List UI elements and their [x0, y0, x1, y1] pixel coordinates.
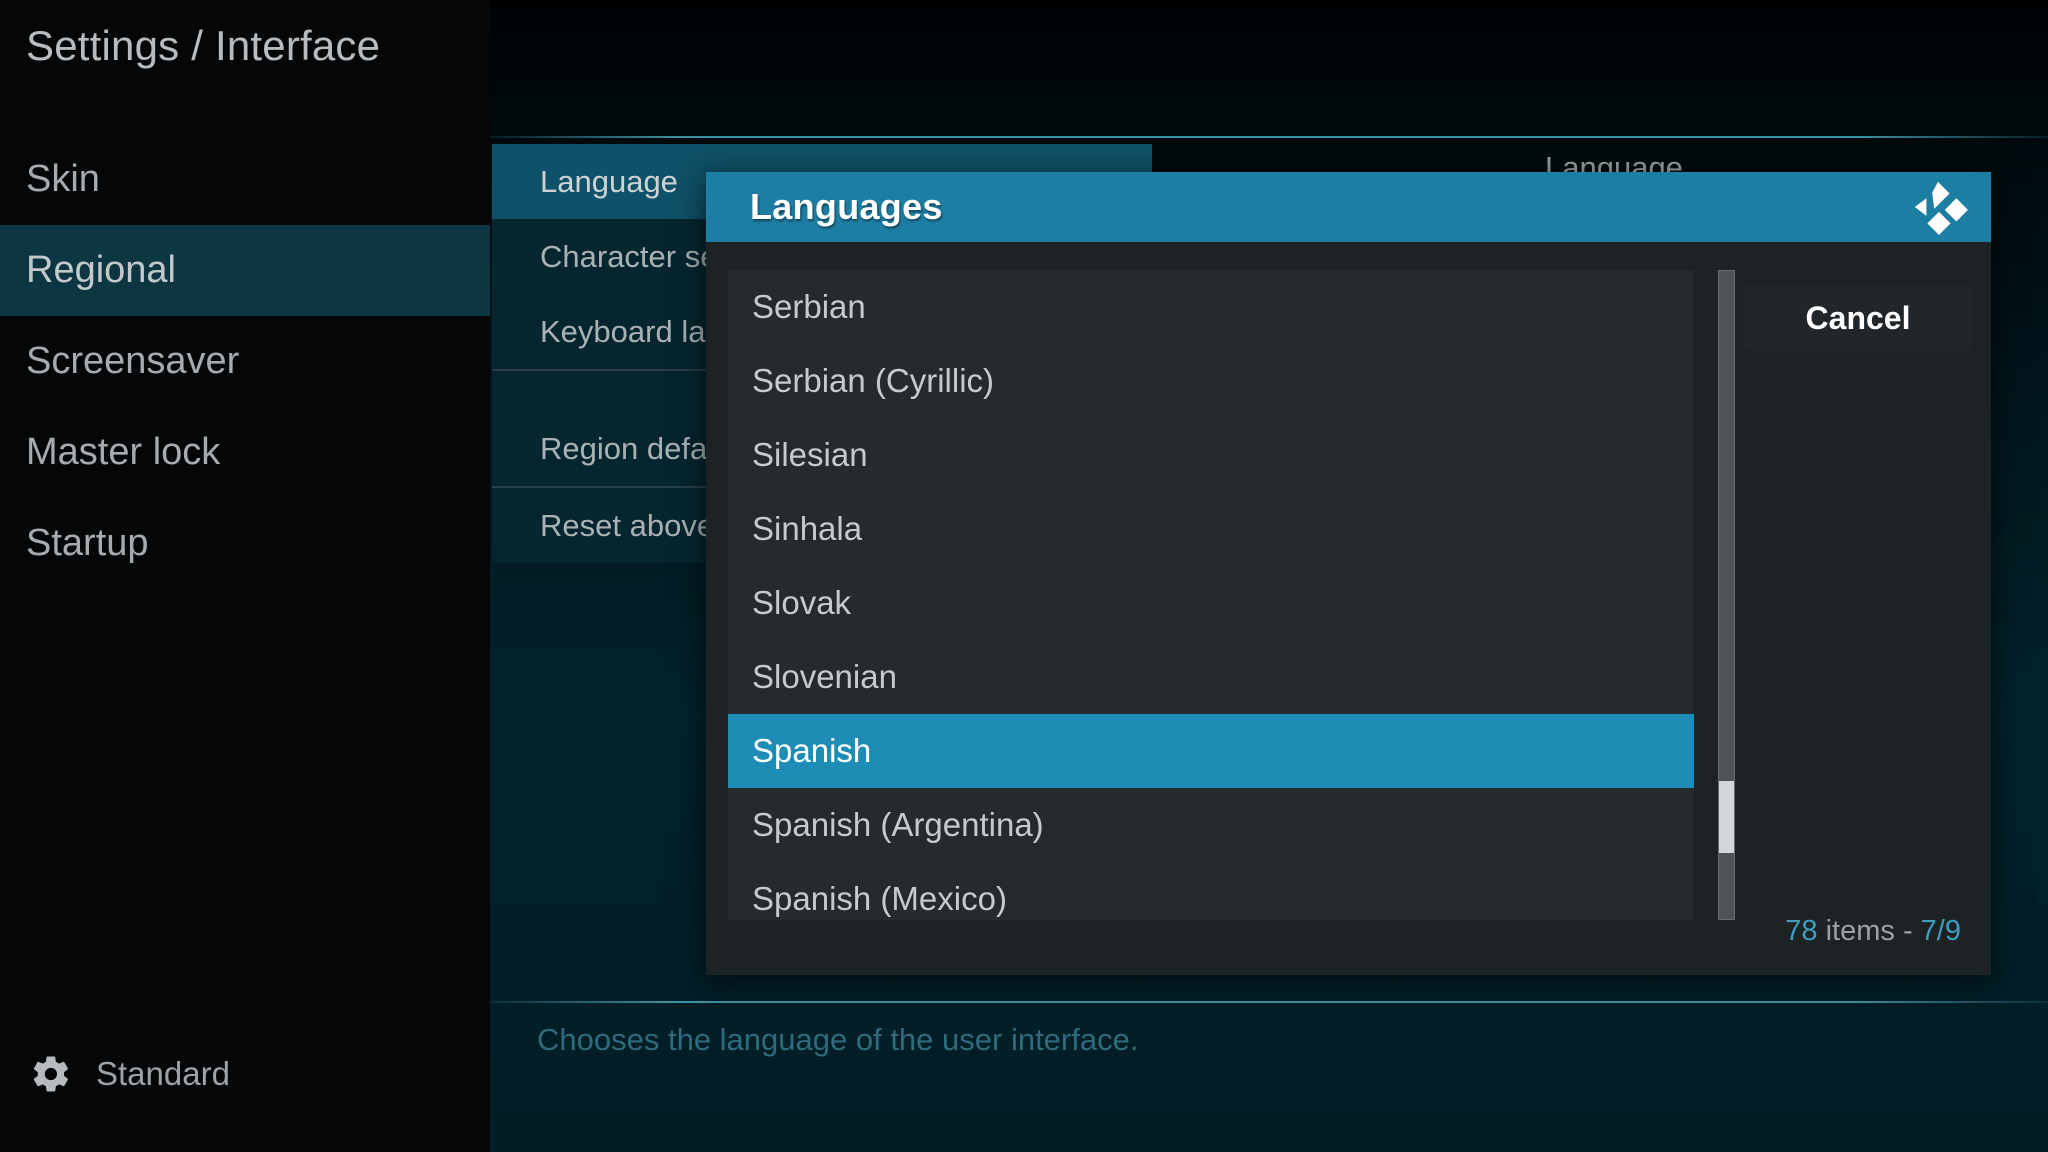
- list-item[interactable]: Spanish (Argentina): [728, 788, 1694, 862]
- list-item-label: Sinhala: [752, 510, 863, 547]
- top-divider: [490, 136, 2048, 138]
- items-count: 78 items - 7/9: [1785, 915, 1961, 948]
- kodi-logo-icon: [1914, 181, 1968, 235]
- list-scrollbar[interactable]: [1718, 270, 1735, 920]
- sidebar-item-label: Startup: [26, 522, 149, 564]
- list-item[interactable]: Slovenian: [728, 640, 1694, 714]
- bottom-divider: [490, 1001, 2048, 1003]
- languages-dialog: Languages Serbian Serbian (Cyrillic) Sil…: [706, 172, 1991, 975]
- language-list[interactable]: Serbian Serbian (Cyrillic) Silesian Sinh…: [728, 270, 1694, 920]
- setting-label: Character se: [540, 238, 718, 274]
- list-item[interactable]: Sinhala: [728, 492, 1694, 566]
- list-item-label: Spanish (Mexico): [752, 880, 1007, 917]
- dialog-header: Languages: [706, 172, 1991, 242]
- page-position: 7/9: [1920, 915, 1961, 947]
- sidebar-item-startup[interactable]: Startup: [0, 498, 490, 589]
- setting-label: Keyboard la: [540, 313, 706, 349]
- list-item[interactable]: Slovak: [728, 566, 1694, 640]
- list-item-label: Serbian (Cyrillic): [752, 362, 995, 399]
- setting-label: Language: [540, 163, 678, 199]
- cancel-button-label: Cancel: [1805, 299, 1911, 336]
- setting-label: Region defa: [540, 430, 708, 466]
- profile-selector[interactable]: Standard: [30, 1053, 230, 1095]
- list-item-label: Spanish: [752, 732, 872, 769]
- list-item-label: Serbian: [752, 288, 866, 325]
- setting-label: Reset above: [540, 507, 715, 543]
- sidebar-item-screensaver[interactable]: Screensaver: [0, 316, 490, 407]
- list-item-label: Slovenian: [752, 658, 897, 695]
- items-middle-text: items -: [1817, 915, 1921, 947]
- sidebar-item-skin[interactable]: Skin: [0, 134, 490, 225]
- profile-label: Standard: [96, 1055, 230, 1092]
- scrollbar-thumb[interactable]: [1719, 781, 1734, 853]
- sidebar-item-label: Regional: [26, 249, 176, 291]
- page-title: Settings / Interface: [26, 22, 381, 69]
- list-item-selected[interactable]: Spanish: [728, 714, 1694, 788]
- list-item[interactable]: Silesian: [728, 418, 1694, 492]
- cancel-button[interactable]: Cancel: [1744, 285, 1972, 351]
- kodi-settings-screen: Language Character se Keyboard la Region…: [0, 0, 2048, 1152]
- dialog-body: Serbian Serbian (Cyrillic) Silesian Sinh…: [706, 242, 1991, 975]
- sidebar-item-label: Skin: [26, 158, 100, 200]
- sidebar-category-list: Skin Regional Screensaver Master lock St…: [0, 134, 490, 589]
- list-item-label: Slovak: [752, 584, 852, 621]
- sidebar: Settings / Interface Skin Regional Scree…: [0, 0, 490, 1152]
- sidebar-item-master-lock[interactable]: Master lock: [0, 407, 490, 498]
- list-item-label: Silesian: [752, 436, 868, 473]
- sidebar-item-regional[interactable]: Regional: [0, 225, 490, 316]
- list-item-label: Spanish (Argentina): [752, 806, 1044, 843]
- setting-help-text: Chooses the language of the user interfa…: [537, 1022, 1139, 1057]
- items-total: 78: [1785, 915, 1818, 947]
- list-item[interactable]: Serbian: [728, 270, 1694, 344]
- list-item[interactable]: Spanish (Mexico): [728, 862, 1694, 920]
- list-item[interactable]: Serbian (Cyrillic): [728, 344, 1694, 418]
- sidebar-item-label: Screensaver: [26, 340, 240, 382]
- dialog-title: Languages: [750, 186, 943, 227]
- gear-icon: [33, 1056, 68, 1092]
- sidebar-item-label: Master lock: [26, 431, 221, 473]
